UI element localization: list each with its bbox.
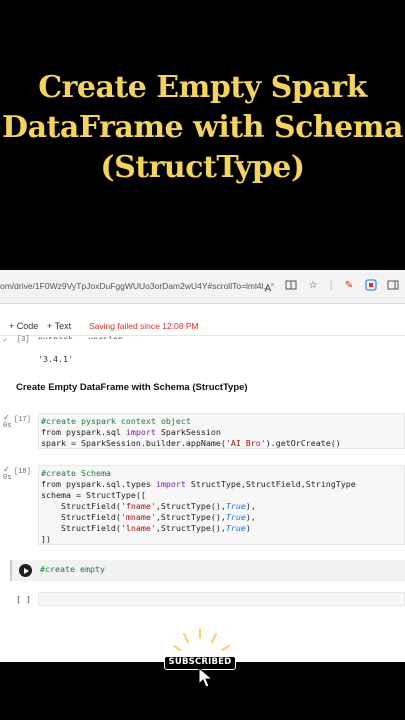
extension-icon[interactable]	[364, 279, 378, 293]
video-title: Create Empty Spark DataFrame with Schema…	[0, 68, 405, 188]
cell-exec-count: [ ]	[16, 594, 31, 604]
add-code-button[interactable]: + Code	[9, 321, 38, 331]
code-editor[interactable]: #create pyspark context object from pysp…	[39, 414, 404, 451]
url-text[interactable]: om/drive/1F0Wz9VyTpJoxDuFggWUUo3orDam2wU…	[0, 281, 271, 291]
colab-screen: om/drive/1F0Wz9VyTpJoxDuFggWUUo3orDam2wU…	[0, 270, 405, 662]
title-line-2: DataFrame with Schema	[2, 110, 403, 145]
favorite-star-icon[interactable]: ☆	[306, 279, 320, 293]
sidebar-icon[interactable]	[386, 279, 400, 293]
cell-exec-count: [18]	[14, 468, 31, 476]
pen-extension-icon[interactable]: ✎	[342, 279, 356, 293]
check-icon: ✓	[3, 413, 10, 422]
cell-exec-count: [17]	[14, 416, 31, 424]
active-code-cell[interactable]: #create empty	[10, 560, 405, 581]
code-editor[interactable]: #create Schema from pyspark.sql.types im…	[39, 466, 404, 547]
split-screen-icon[interactable]	[284, 279, 298, 293]
cursor-icon	[198, 667, 214, 688]
browser-toolbar-icons: Aᵃ ☆ | ✎	[262, 279, 405, 294]
sparkle-icon	[173, 628, 230, 651]
read-aloud-icon[interactable]: Aᵃ	[262, 279, 276, 294]
code-editor[interactable]: #create empty	[40, 564, 105, 575]
code-cell-18[interactable]: #create Schema from pyspark.sql.types im…	[38, 465, 405, 545]
cell-code-partial: pyspark.__version__	[38, 334, 133, 339]
cell-output: '3.4.1'	[38, 354, 73, 364]
separator: |	[329, 280, 333, 291]
browser-address-bar[interactable]: om/drive/1F0Wz9VyTpJoxDuFggWUUo3orDam2wU…	[0, 270, 405, 304]
cell-exec-count: [3]	[17, 336, 30, 344]
markdown-heading: Create Empty DataFrame with Schema (Stru…	[16, 382, 248, 393]
add-text-button[interactable]: + Text	[47, 321, 71, 331]
title-banner: Create Empty Spark DataFrame with Schema…	[0, 0, 405, 270]
title-line-1: Create Empty Spark	[38, 70, 367, 105]
check-icon: ✓	[3, 465, 10, 474]
empty-code-cell[interactable]	[38, 592, 405, 606]
exec-time: 0s	[3, 422, 12, 430]
code-cell-17[interactable]: #create pyspark context object from pysp…	[38, 413, 405, 449]
exec-time: 0s	[3, 474, 12, 482]
cell-status-icon: ✓	[3, 337, 8, 345]
title-line-3: (StructType)	[100, 150, 305, 185]
run-cell-button[interactable]	[19, 564, 32, 577]
save-status: Saving failed since 12:08 PM	[89, 321, 199, 331]
